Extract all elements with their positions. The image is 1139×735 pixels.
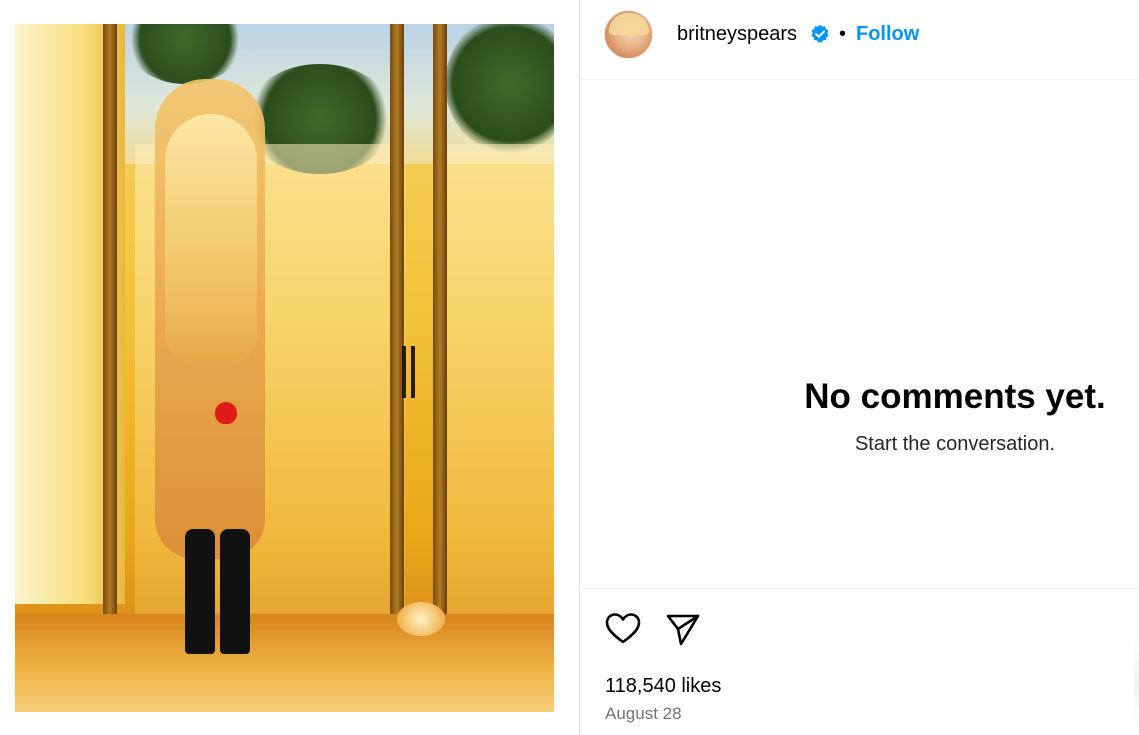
comments-section: No comments yet. Start the conversation. — [580, 80, 1139, 588]
photo-door-handle — [411, 346, 415, 398]
photo-hair — [165, 114, 257, 364]
empty-comments-subtitle: Start the conversation. — [854, 433, 1056, 455]
post-date[interactable]: August 28 — [605, 703, 682, 725]
photo-floor — [15, 614, 554, 712]
rose-emoji — [215, 402, 237, 424]
post-side-panel: britneyspears • Follow No comments yet. … — [579, 0, 1139, 735]
scrollbar[interactable] — [1134, 636, 1139, 726]
photo-door-frame — [103, 24, 117, 624]
post-actions-bar: 118,540 likes August 28 — [580, 588, 1139, 735]
post-photo[interactable] — [15, 24, 554, 712]
paper-plane-icon[interactable] — [665, 611, 701, 647]
photo-lamp — [397, 602, 445, 636]
username-link[interactable]: britneyspears — [677, 21, 797, 47]
empty-comments-title: No comments yet. — [804, 377, 1106, 416]
photo-door-frame — [390, 24, 404, 624]
heart-icon[interactable] — [604, 611, 642, 647]
post-header: britneyspears • Follow — [580, 0, 1139, 80]
avatar[interactable] — [604, 10, 653, 59]
verified-badge-icon — [810, 24, 830, 44]
photo-door-handle — [402, 346, 406, 398]
avatar-hair — [609, 13, 649, 35]
photo-boot — [220, 529, 250, 654]
follow-button[interactable]: Follow — [856, 21, 919, 47]
photo-boot — [185, 529, 215, 654]
instagram-post-view: britneyspears • Follow No comments yet. … — [0, 0, 1139, 735]
separator-dot: • — [839, 23, 847, 45]
photo-glass-door — [445, 144, 554, 614]
likes-count[interactable]: 118,540 likes — [605, 674, 721, 698]
photo-door-frame — [433, 24, 447, 624]
